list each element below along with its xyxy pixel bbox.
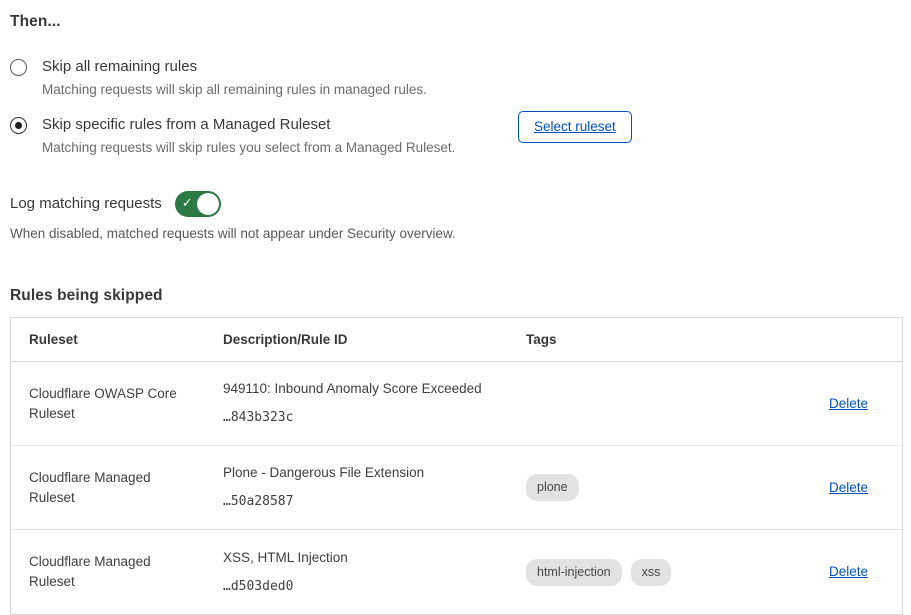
select-ruleset-button-label: Select ruleset — [534, 119, 616, 134]
option-label: Skip all remaining rules — [42, 56, 504, 77]
ruleset-cell: Cloudflare Managed Ruleset — [11, 530, 223, 614]
log-toggle-description: When disabled, matched requests will not… — [10, 224, 901, 243]
table-row: Cloudflare Managed Ruleset Plone - Dange… — [11, 446, 902, 530]
option-text-block: Skip specific rules from a Managed Rules… — [42, 114, 504, 157]
radio-option-skip-specific-rules[interactable]: Skip specific rules from a Managed Rules… — [10, 114, 901, 157]
action-cell: Delete — [781, 446, 902, 530]
select-ruleset-button[interactable]: Select ruleset — [518, 111, 632, 143]
table-row: Cloudflare Managed Ruleset XSS, HTML Inj… — [11, 530, 902, 614]
radio-selected-icon[interactable] — [10, 117, 27, 134]
option-text-block: Skip all remaining rules Matching reques… — [42, 56, 504, 99]
tags-cell — [526, 362, 781, 446]
delete-link[interactable]: Delete — [829, 396, 868, 411]
log-toggle-label: Log matching requests — [10, 195, 162, 212]
rule-id: …843b323c — [223, 408, 526, 428]
radio-option-skip-all-remaining[interactable]: Skip all remaining rules Matching reques… — [10, 56, 901, 99]
ruleset-cell: Cloudflare OWASP Core Ruleset — [11, 362, 223, 446]
action-cell: Delete — [781, 530, 902, 614]
ruleset-cell: Cloudflare Managed Ruleset — [11, 446, 223, 530]
waf-rule-config-page: Then... Skip all remaining rules Matchin… — [0, 0, 911, 615]
column-header-description-rule-id: Description/Rule ID — [223, 318, 526, 362]
tag-pill: plone — [526, 474, 579, 501]
log-matching-requests-row: Log matching requests ✓ — [10, 190, 901, 217]
rules-being-skipped-table: Ruleset Description/Rule ID Tags Cloudfl… — [10, 317, 903, 615]
tags-cell: plone — [526, 446, 781, 530]
action-cell: Delete — [781, 362, 902, 446]
table-header-row: Ruleset Description/Rule ID Tags — [11, 318, 902, 362]
check-icon: ✓ — [182, 195, 193, 211]
log-toggle-switch[interactable]: ✓ — [175, 191, 221, 217]
description-cell: XSS, HTML Injection …d503ded0 — [223, 530, 526, 614]
then-heading: Then... — [10, 13, 901, 31]
table-row: Cloudflare OWASP Core Ruleset 949110: In… — [11, 362, 902, 446]
tags-cell: html-injection xss — [526, 530, 781, 614]
description-cell: 949110: Inbound Anomaly Score Exceeded …… — [223, 362, 526, 446]
tag-pill: html-injection — [526, 559, 622, 586]
rule-description: 949110: Inbound Anomaly Score Exceeded — [223, 379, 526, 399]
column-header-ruleset: Ruleset — [11, 318, 223, 362]
rule-id: …d503ded0 — [223, 577, 526, 597]
rules-being-skipped-heading: Rules being skipped — [10, 287, 901, 305]
toggle-knob[interactable] — [197, 193, 219, 215]
option-label: Skip specific rules from a Managed Rules… — [42, 114, 504, 135]
option-description: Matching requests will skip rules you se… — [42, 138, 504, 157]
radio-unselected-icon[interactable] — [10, 59, 27, 76]
column-header-actions — [781, 318, 902, 362]
delete-link[interactable]: Delete — [829, 564, 868, 579]
rule-description: Plone - Dangerous File Extension — [223, 463, 526, 483]
delete-link[interactable]: Delete — [829, 480, 868, 495]
description-cell: Plone - Dangerous File Extension …50a285… — [223, 446, 526, 530]
option-description: Matching requests will skip all remainin… — [42, 80, 504, 99]
column-header-tags: Tags — [526, 318, 781, 362]
tag-pill: xss — [631, 559, 672, 586]
rule-id: …50a28587 — [223, 492, 526, 512]
rule-description: XSS, HTML Injection — [223, 548, 526, 568]
